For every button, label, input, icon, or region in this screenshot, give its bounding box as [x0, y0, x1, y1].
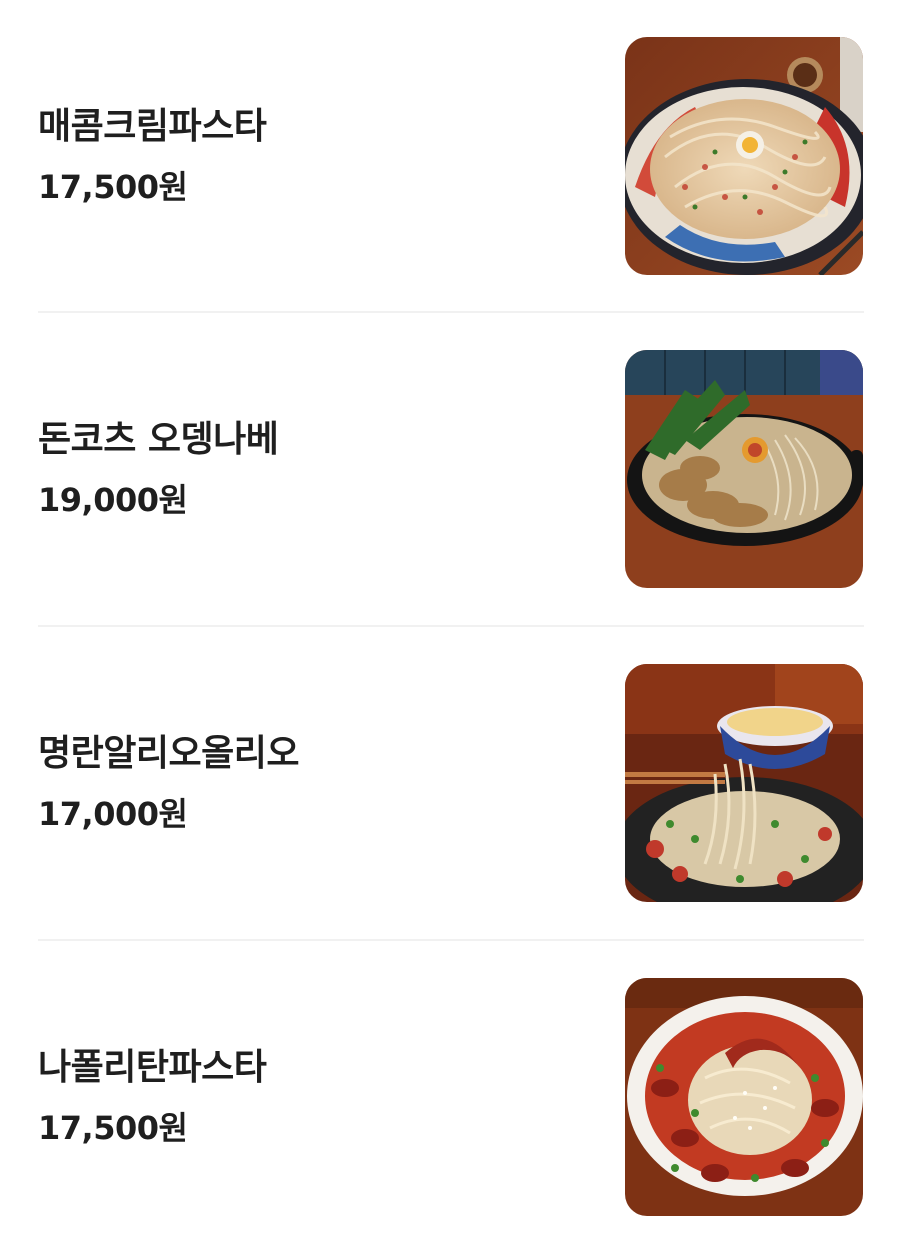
menu-item-price: 17,000원: [38, 795, 188, 833]
menu-item-photo[interactable]: [625, 664, 863, 902]
menu-item-mentaiko-aglio-olio[interactable]: 명란알리오올리오 17,000원: [38, 664, 864, 902]
menu-item-photo[interactable]: [625, 37, 863, 275]
divider: [38, 939, 864, 941]
menu-item-spicy-cream-pasta[interactable]: 매콤크림파스타 17,500원: [38, 37, 864, 275]
menu-item-price: 19,000원: [38, 481, 188, 519]
menu-item-photo[interactable]: [625, 978, 863, 1216]
menu-item-tonkotsu-oden-nabe[interactable]: 돈코츠 오뎅나베 19,000원: [38, 350, 864, 588]
menu-item-photo[interactable]: [625, 350, 863, 588]
menu-list: 매콤크림파스타 17,500원 돈코츠 오뎅나베 19,000원 명란알리오올리…: [0, 0, 900, 1242]
menu-item-name: 명란알리오올리오: [38, 733, 299, 774]
menu-item-name: 돈코츠 오뎅나베: [38, 419, 279, 460]
menu-item-text: 나폴리탄파스타 17,500원: [38, 978, 598, 1216]
menu-item-napolitan-pasta[interactable]: 나폴리탄파스타 17,500원: [38, 978, 864, 1216]
menu-item-price: 17,500원: [38, 1109, 188, 1147]
menu-item-price: 17,500원: [38, 168, 188, 206]
menu-item-name: 매콤크림파스타: [38, 106, 267, 147]
menu-item-name: 나폴리탄파스타: [38, 1047, 267, 1088]
divider: [38, 311, 864, 313]
menu-item-text: 명란알리오올리오 17,000원: [38, 664, 598, 902]
menu-item-text: 매콤크림파스타 17,500원: [38, 37, 598, 275]
divider: [38, 625, 864, 627]
menu-item-text: 돈코츠 오뎅나베 19,000원: [38, 350, 598, 588]
